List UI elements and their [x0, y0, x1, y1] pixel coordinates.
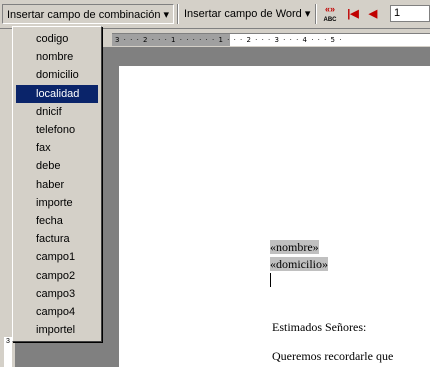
dropdown-item[interactable]: fax — [16, 139, 98, 157]
merge-field-nombre-text: «nombre» — [270, 240, 319, 254]
dropdown-item[interactable]: debe — [16, 157, 98, 175]
body-text: Queremos recordarle que — [272, 349, 394, 363]
horizontal-ruler[interactable]: 3 · · · 2 · · · 1 · · · · · · 1 · · · 2 … — [112, 33, 430, 46]
dropdown-item[interactable]: domicilio — [16, 66, 98, 84]
dropdown-item[interactable]: importe — [16, 194, 98, 212]
dropdown-item[interactable]: haber — [16, 176, 98, 194]
toolbar-separator — [315, 4, 317, 24]
previous-record-icon[interactable]: ◀ — [364, 5, 382, 23]
insert-word-field-button[interactable]: Insertar campo de Word ▾ — [180, 4, 314, 24]
text-cursor — [270, 273, 271, 287]
ruler-marks: 3 · · · 2 · · · 1 · · · · · · 1 · · · 2 … — [115, 36, 343, 44]
merge-field-dropdown: codigo nombre domicilio localidad dnicif tele… — [12, 26, 102, 342]
dropdown-item[interactable]: importel — [16, 321, 98, 339]
dropdown-item[interactable]: localidad — [16, 84, 98, 103]
vertical-ruler-mark: 3 — [4, 337, 12, 367]
merge-field-domicilio-text: «domicilio» — [270, 257, 328, 271]
dropdown-item[interactable]: campo1 — [16, 248, 98, 266]
view-merged-data-glyph: «» — [324, 4, 335, 14]
dropdown-item[interactable]: campo2 — [16, 267, 98, 285]
first-record-icon[interactable]: |◀ — [344, 5, 362, 23]
dropdown-item[interactable]: nombre — [16, 48, 98, 66]
view-merged-data-icon[interactable]: «» ABC — [321, 4, 339, 24]
view-merged-data-sub: ABC — [323, 17, 337, 23]
dropdown-item[interactable]: codigo — [16, 30, 98, 48]
merge-field-domicilio[interactable]: «domicilio» — [270, 257, 328, 272]
dropdown-item[interactable]: factura — [16, 230, 98, 248]
record-number-input[interactable]: 1 — [390, 5, 430, 22]
merge-field-nombre[interactable]: «nombre» — [270, 240, 319, 255]
dropdown-item[interactable]: campo3 — [16, 285, 98, 303]
mail-merge-toolbar: Insertar campo de combinación ▾ Insertar… — [0, 0, 430, 29]
dropdown-item[interactable]: telefono — [16, 121, 98, 139]
toolbar-separator — [177, 4, 179, 24]
insert-merge-field-button[interactable]: Insertar campo de combinación ▾ — [2, 4, 175, 24]
greeting-text: Estimados Señores: — [272, 320, 367, 334]
dropdown-item[interactable]: dnicif — [16, 103, 98, 121]
dropdown-item[interactable]: fecha — [16, 212, 98, 230]
dropdown-item[interactable]: campo4 — [16, 303, 98, 321]
